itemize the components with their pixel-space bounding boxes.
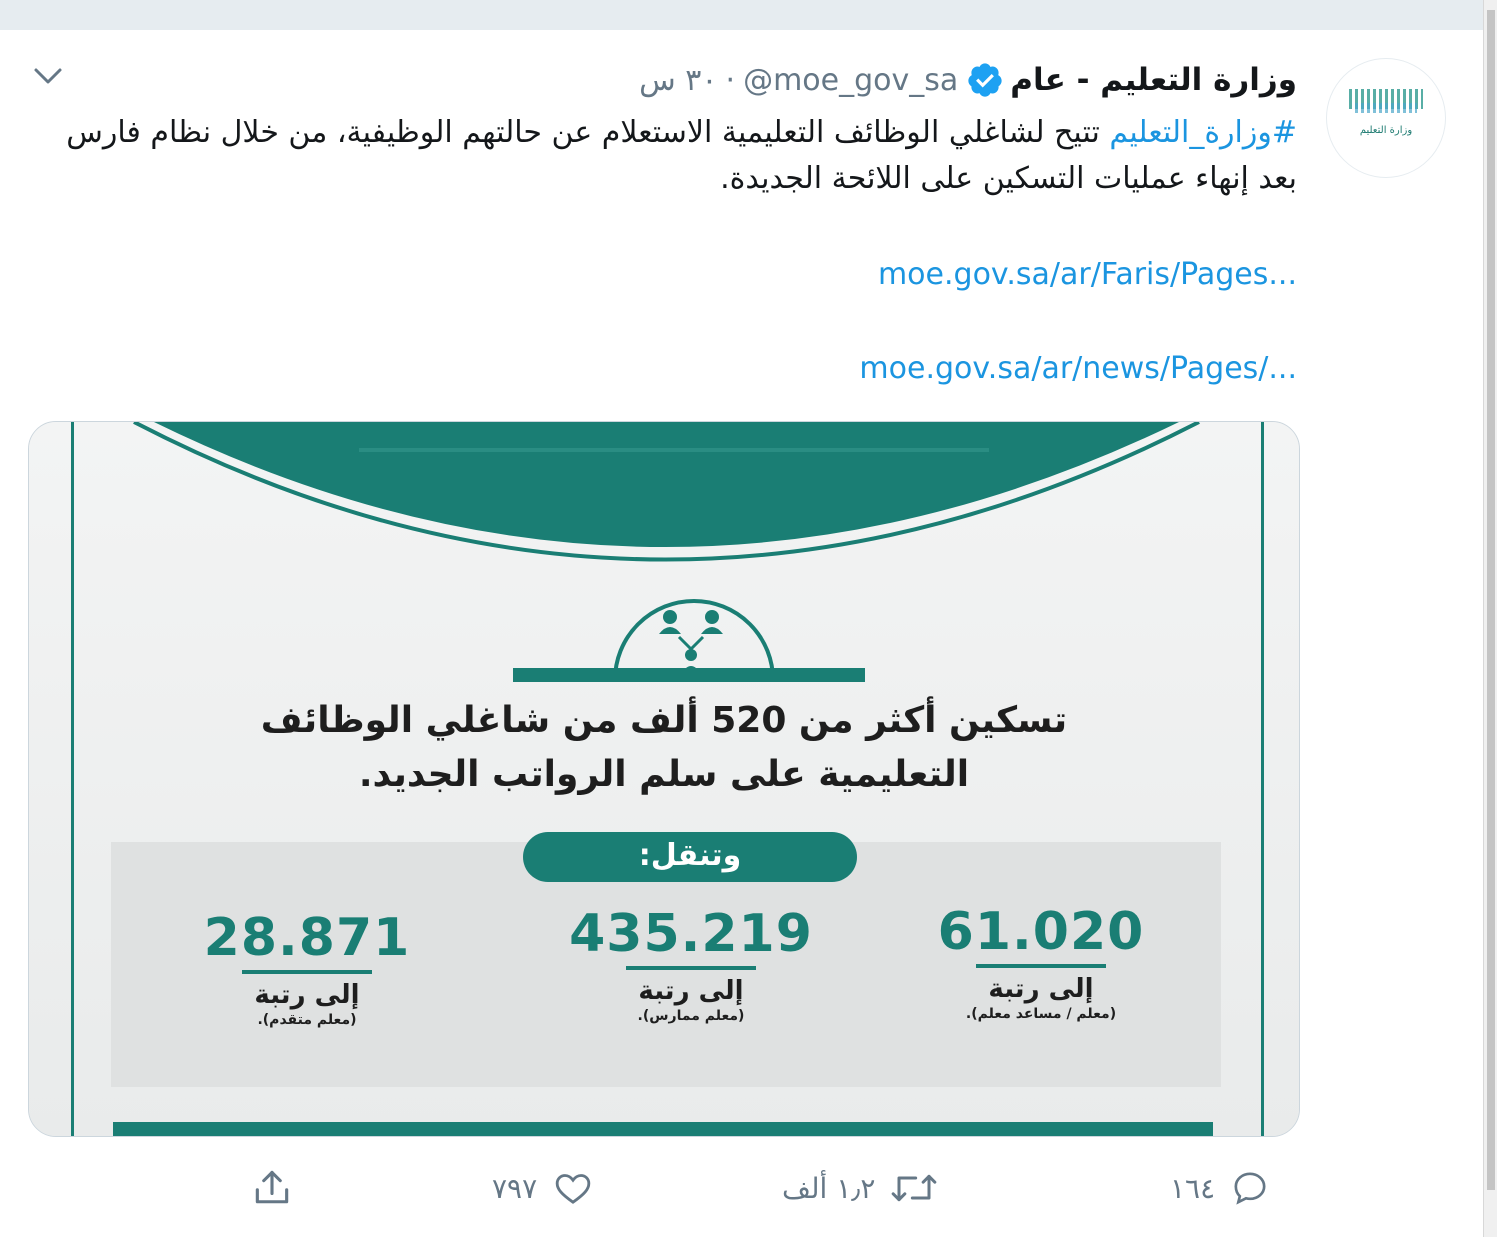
transfer-pill: وتنقل:	[523, 832, 857, 882]
stat-advanced-teacher: 28.871 إلى رتبة (معلم متقدم).	[177, 908, 437, 1028]
stat-label: إلى رتبة	[988, 974, 1094, 1004]
like-count: ٧٩٧	[492, 1171, 538, 1205]
retweet-button[interactable]: ١٫٢ ألف	[782, 1168, 939, 1208]
stat-rule	[626, 966, 756, 970]
stat-sublabel: (معلم ممارس).	[637, 1008, 745, 1024]
tweet-menu-chevron-icon[interactable]	[30, 62, 66, 92]
stat-practitioner-teacher: 435.219 إلى رتبة (معلم ممارس).	[561, 904, 821, 1024]
stat-label: إلى رتبة	[638, 976, 744, 1006]
timeline-top-strip	[0, 0, 1497, 30]
retweet-count: ١٫٢ ألف	[782, 1171, 876, 1205]
heart-icon	[555, 1174, 591, 1204]
verified-badge-icon	[966, 61, 1004, 99]
scrollbar-thumb[interactable]	[1487, 10, 1495, 1190]
stat-sublabel: (معلم / مساعد معلم).	[965, 1006, 1117, 1022]
tweet-timestamp[interactable]: ٣٠ س	[639, 63, 717, 98]
stat-label: إلى رتبة	[254, 980, 360, 1010]
stat-value: 435.219	[569, 904, 813, 964]
stat-assistant-teacher: 61.020 إلى رتبة (معلم / مساعد معلم).	[911, 902, 1171, 1022]
stat-value: 28.871	[203, 908, 411, 968]
bottom-band	[113, 1122, 1213, 1136]
logo-pattern-secondary	[1355, 103, 1417, 113]
reply-count: ١٦٤	[1170, 1171, 1216, 1205]
share-button[interactable]	[236, 1166, 294, 1210]
like-button[interactable]: ٧٩٧	[492, 1168, 595, 1208]
tweet-link-news[interactable]: moe.gov.sa/ar/news/Pages/...	[859, 351, 1297, 386]
tweet-link-faris[interactable]: moe.gov.sa/ar/Faris/Pages...	[878, 257, 1297, 292]
logo-text: وزارة التعليم	[1359, 125, 1413, 136]
display-name[interactable]: وزارة التعليم - عام	[1010, 62, 1297, 98]
infographic-headline-1: تسكين أكثر من 520 ألف من شاغلي الوظائف	[260, 700, 1068, 741]
stat-rule	[976, 964, 1106, 968]
stat-rule	[242, 970, 372, 974]
tweet-media-image[interactable]: تسكين أكثر من 520 ألف من شاغلي الوظائف ا…	[28, 421, 1300, 1137]
tweet-actions: ١٦٤ ١٫٢ ألف ٧٩٧	[0, 1160, 1484, 1214]
profile-avatar[interactable]: وزارة التعليم	[1326, 58, 1446, 178]
retweet-icon	[892, 1174, 937, 1202]
user-handle[interactable]: @moe_gov_sa	[743, 63, 958, 98]
stat-sublabel: (معلم متقدم).	[257, 1012, 357, 1028]
reply-icon	[1234, 1172, 1266, 1205]
page-scrollbar[interactable]	[1483, 0, 1497, 1237]
tweet-header: وزارة التعليم - عام @moe_gov_sa · ٣٠ س	[639, 55, 1297, 105]
stat-value: 61.020	[937, 902, 1145, 962]
infographic-headline-2: التعليمية على سلم الرواتب الجديد.	[358, 754, 970, 795]
share-icon	[255, 1170, 289, 1204]
tweet-text: #وزارة_التعليم تتيح لشاغلي الوظائف التعل…	[27, 110, 1297, 202]
emblem-underline	[513, 668, 865, 682]
header-separator: ·	[725, 62, 736, 98]
hashtag-link[interactable]: #وزارة_التعليم	[1109, 115, 1297, 150]
reply-button[interactable]: ١٦٤	[1170, 1168, 1271, 1208]
